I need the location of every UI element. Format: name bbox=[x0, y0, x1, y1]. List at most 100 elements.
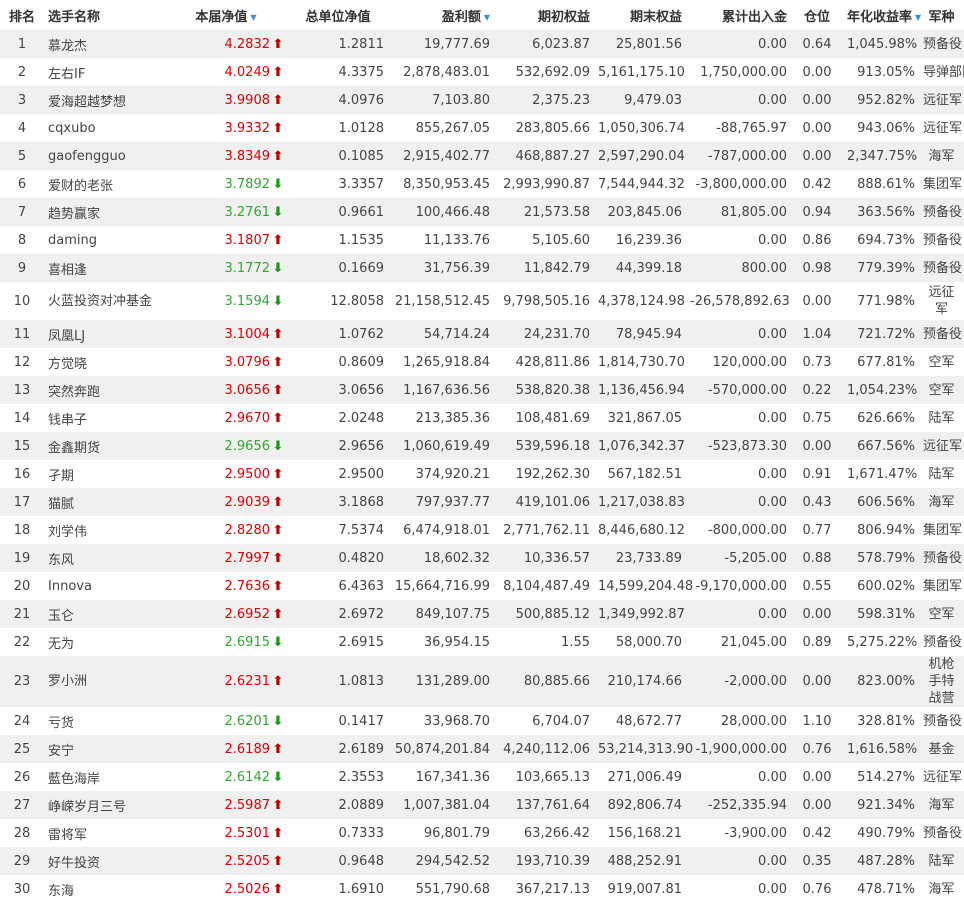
header-total-nav[interactable]: 总单位净值 bbox=[288, 0, 388, 30]
header-annual-return[interactable]: 年化收益率 ▼ bbox=[843, 0, 921, 30]
army-cell: 预备役 bbox=[919, 544, 964, 572]
player-name[interactable]: gaofengguo bbox=[44, 142, 164, 170]
player-name[interactable]: 爱财的老张 bbox=[44, 170, 164, 198]
player-name[interactable]: 突然奔跑 bbox=[44, 376, 164, 404]
table-row[interactable]: 12 方觉晓 3.0796 ⬆ 0.8609 1,265,918.84 428,811.86… bbox=[0, 348, 964, 376]
table-row[interactable]: 6 爱财的老张 3.7892 ⬇ 3.3357 8,350,953.45 2,993,990… bbox=[0, 170, 964, 198]
start-equity-cell: 468,887.27 bbox=[494, 142, 594, 170]
header-rank[interactable]: 排名 bbox=[0, 0, 44, 30]
arrow-up-icon: ⬆ bbox=[272, 354, 284, 370]
rank-cell: 25 bbox=[0, 735, 44, 763]
sort-down-icon[interactable]: ▼ bbox=[915, 13, 921, 22]
net-flow-cell: 0.00 bbox=[686, 600, 791, 628]
end-equity-cell: 1,050,306.74 bbox=[594, 114, 686, 142]
player-name[interactable]: 孑期 bbox=[44, 460, 164, 488]
player-name[interactable]: 钱串子 bbox=[44, 404, 164, 432]
player-name[interactable]: 雷将军 bbox=[44, 819, 164, 847]
table-row[interactable]: 22 无为 2.6915 ⬇ 2.6915 36,954.15 1.55 58,000.70 2… bbox=[0, 628, 964, 656]
table-row[interactable]: 30 东海 2.5026 ⬆ 1.6910 551,790.68 367,217.13 919… bbox=[0, 875, 964, 903]
net-flow-cell: 0.00 bbox=[686, 404, 791, 432]
player-name[interactable]: 火蓝投资对冲基金 bbox=[44, 282, 164, 320]
rank-cell: 22 bbox=[0, 628, 44, 656]
nav-value: 3.9332 bbox=[224, 120, 271, 136]
sort-down-icon[interactable]: ▼ bbox=[250, 13, 256, 22]
header-start-equity[interactable]: 期初权益 bbox=[494, 0, 594, 30]
player-name[interactable]: 左右IF bbox=[44, 58, 164, 86]
nav-value: 2.5026 bbox=[224, 881, 271, 897]
header-army-label: 军种 bbox=[928, 9, 955, 25]
table-row[interactable]: 9 喜相逢 3.1772 ⬇ 0.1669 31,756.39 11,842.79 44,39… bbox=[0, 254, 964, 282]
header-position[interactable]: 仓位 bbox=[791, 0, 843, 30]
sort-down-icon[interactable]: ▼ bbox=[484, 13, 490, 22]
table-row[interactable]: 26 藍色海岸 2.6142 ⬇ 2.3553 167,341.36 103,665.13 2… bbox=[0, 763, 964, 791]
profit-cell: 1,007,381.04 bbox=[388, 791, 494, 819]
table-row[interactable]: 11 凤凰LJ 3.1004 ⬆ 1.0762 54,714.24 24,231.70 78,… bbox=[0, 320, 964, 348]
player-name[interactable]: 无为 bbox=[44, 628, 164, 656]
rank-cell: 23 bbox=[0, 656, 44, 707]
player-name[interactable]: 金鑫期货 bbox=[44, 432, 164, 460]
table-row[interactable]: 25 安宁 2.6189 ⬆ 2.6189 50,874,201.84 4,240,112.… bbox=[0, 735, 964, 763]
player-name[interactable]: 东海 bbox=[44, 875, 164, 903]
header-net-flow[interactable]: 累计出入金 bbox=[686, 0, 791, 30]
table-row[interactable]: 2 左右IF 4.0249 ⬆ 4.3375 2,878,483.01 532,692.09… bbox=[0, 58, 964, 86]
table-row[interactable]: 16 孑期 2.9500 ⬆ 2.9500 374,920.21 192,262.30 567… bbox=[0, 460, 964, 488]
player-name[interactable]: 刘学伟 bbox=[44, 516, 164, 544]
annual-return-cell: 694.73% bbox=[843, 226, 919, 254]
position-cell: 0.88 bbox=[791, 544, 843, 572]
player-name[interactable]: 方觉晓 bbox=[44, 348, 164, 376]
table-row[interactable]: 19 东风 2.7997 ⬆ 0.4820 18,602.32 10,336.57 23,73… bbox=[0, 544, 964, 572]
table-row[interactable]: 23 罗小洲 2.6231 ⬆ 1.0813 131,289.00 80,885.66 210… bbox=[0, 656, 964, 707]
table-row[interactable]: 3 爱海超越梦想 3.9908 ⬆ 4.0976 7,103.80 2,375.23 9,47… bbox=[0, 86, 964, 114]
table-row[interactable]: 7 趋势赢家 3.2761 ⬇ 0.9661 100,466.48 21,573.58 203… bbox=[0, 198, 964, 226]
table-row[interactable]: 28 雷将军 2.5301 ⬆ 0.7333 96,801.79 63,266.42 156,… bbox=[0, 819, 964, 847]
player-name[interactable]: 亏货 bbox=[44, 707, 164, 735]
nav-value: 2.6201 bbox=[224, 713, 271, 729]
player-name[interactable]: 藍色海岸 bbox=[44, 763, 164, 791]
net-flow-cell: 0.00 bbox=[686, 763, 791, 791]
table-row[interactable]: 17 猫腻 2.9039 ⬆ 3.1868 797,937.77 419,101.06 1,2… bbox=[0, 488, 964, 516]
player-name[interactable]: 趋势赢家 bbox=[44, 198, 164, 226]
player-name[interactable]: 慕龙杰 bbox=[44, 30, 164, 58]
army-cell: 远征军 bbox=[919, 763, 964, 791]
player-name[interactable]: 喜相逢 bbox=[44, 254, 164, 282]
nav-cell: 2.9670 ⬆ bbox=[164, 404, 288, 432]
header-army[interactable]: 军种 bbox=[919, 0, 964, 30]
player-name[interactable]: 玉仑 bbox=[44, 600, 164, 628]
table-row[interactable]: 1 慕龙杰 4.2832 ⬆ 1.2811 19,777.69 6,023.87 25,801… bbox=[0, 30, 964, 58]
table-row[interactable]: 18 刘学伟 2.8280 ⬆ 7.5374 6,474,918.01 2,771,762.… bbox=[0, 516, 964, 544]
end-equity-cell: 1,136,456.94 bbox=[594, 376, 686, 404]
player-name[interactable]: 安宁 bbox=[44, 735, 164, 763]
header-end-equity[interactable]: 期末权益 bbox=[594, 0, 686, 30]
annual-return-cell: 952.82% bbox=[843, 86, 919, 114]
player-name[interactable]: 东风 bbox=[44, 544, 164, 572]
table-row[interactable]: 13 突然奔跑 3.0656 ⬆ 3.0656 1,167,636.56 538,820.3… bbox=[0, 376, 964, 404]
table-row[interactable]: 27 峥嵘岁月三号 2.5987 ⬆ 2.0889 1,007,381.04 137,761… bbox=[0, 791, 964, 819]
player-name[interactable]: 凤凰LJ bbox=[44, 320, 164, 348]
table-row[interactable]: 29 好牛投资 2.5205 ⬆ 0.9648 294,542.52 193,710.39 4… bbox=[0, 847, 964, 875]
rank-cell: 3 bbox=[0, 86, 44, 114]
table-row[interactable]: 8 daming 3.1807 ⬆ 1.1535 11,133.76 5,105.60 16,… bbox=[0, 226, 964, 254]
arrow-up-icon: ⬆ bbox=[272, 741, 284, 757]
player-name[interactable]: 爱海超越梦想 bbox=[44, 86, 164, 114]
table-row[interactable]: 21 玉仑 2.6952 ⬆ 2.6972 849,107.75 500,885.12 1,3… bbox=[0, 600, 964, 628]
player-name[interactable]: Innova bbox=[44, 572, 164, 600]
table-row[interactable]: 20 Innova 2.7636 ⬆ 6.4363 15,664,716.99 8,104,… bbox=[0, 572, 964, 600]
player-name[interactable]: cqxubo bbox=[44, 114, 164, 142]
player-name[interactable]: 峥嵘岁月三号 bbox=[44, 791, 164, 819]
player-name[interactable]: 罗小洲 bbox=[44, 656, 164, 707]
table-row[interactable]: 24 亏货 2.6201 ⬇ 0.1417 33,968.70 6,704.07 48,672… bbox=[0, 707, 964, 735]
table-row[interactable]: 10 火蓝投资对冲基金 3.1594 ⬇ 12.8058 21,158,512.45 9,7… bbox=[0, 282, 964, 320]
header-nav[interactable]: 本届净值 ▼ bbox=[164, 0, 288, 30]
total-nav-cell: 2.0248 bbox=[288, 404, 388, 432]
table-row[interactable]: 5 gaofengguo 3.8349 ⬆ 0.1085 2,915,402.77 468,… bbox=[0, 142, 964, 170]
player-name[interactable]: 猫腻 bbox=[44, 488, 164, 516]
player-name[interactable]: daming bbox=[44, 226, 164, 254]
table-row[interactable]: 14 钱串子 2.9670 ⬆ 2.0248 213,385.36 108,481.69 32… bbox=[0, 404, 964, 432]
player-name[interactable]: 好牛投资 bbox=[44, 847, 164, 875]
table-row[interactable]: 15 金鑫期货 2.9656 ⬇ 2.9656 1,060,619.49 539,596.1… bbox=[0, 432, 964, 460]
nav-value: 3.0796 bbox=[224, 354, 271, 370]
header-name[interactable]: 选手名称 bbox=[44, 0, 164, 30]
table-row[interactable]: 4 cqxubo 3.9332 ⬆ 1.0128 855,267.05 283,805.66… bbox=[0, 114, 964, 142]
header-profit[interactable]: 盈利额 ▼ bbox=[388, 0, 494, 30]
position-cell: 0.55 bbox=[791, 572, 843, 600]
